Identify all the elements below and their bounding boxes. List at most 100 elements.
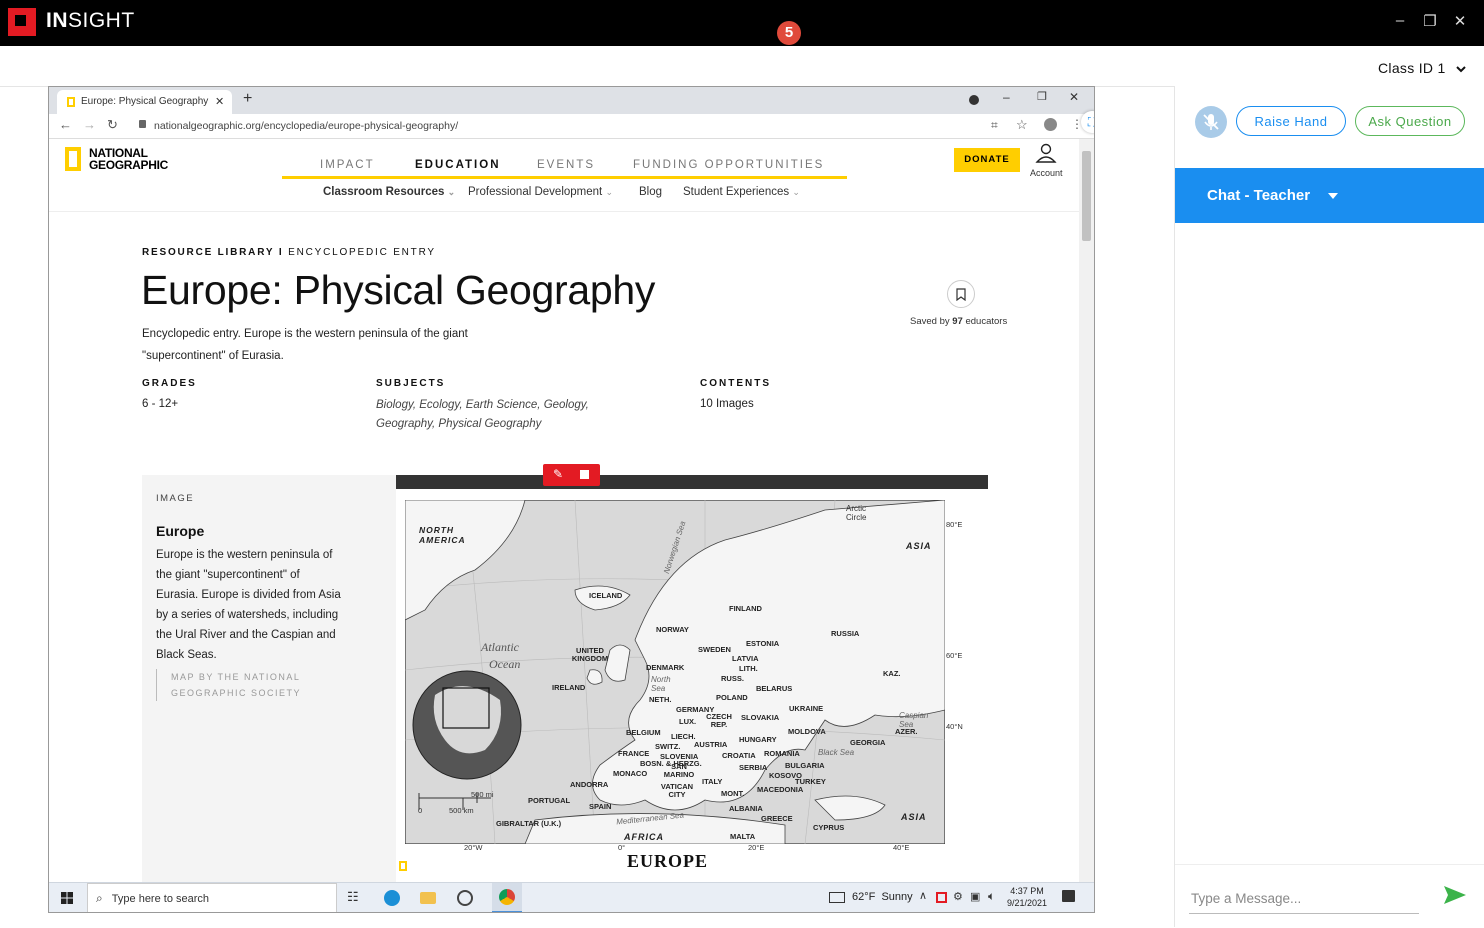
mic-toggle-button[interactable]	[1195, 106, 1227, 138]
ask-question-button[interactable]: Ask Question	[1355, 106, 1465, 136]
weather-text[interactable]: 62°F Sunny	[852, 891, 913, 903]
account-button[interactable]	[1035, 143, 1057, 168]
map-label: FINLAND	[729, 604, 762, 613]
subnav-student-experiences[interactable]: Student Experiences ⌄	[683, 186, 800, 198]
scrollbar-thumb[interactable]	[1082, 151, 1091, 241]
windows-start-icon[interactable]	[61, 892, 73, 904]
browser-restore-icon[interactable]: ❐	[1037, 90, 1047, 103]
class-select[interactable]: Class ID 1	[1378, 60, 1466, 76]
map-label: ASIA	[901, 812, 927, 822]
chrome-taskbar-item[interactable]	[492, 883, 522, 912]
map-label: FRANCE	[618, 749, 650, 758]
map-label: ROMANIA	[764, 749, 800, 758]
nav-events[interactable]: EVENTS	[537, 159, 595, 171]
map-label: ESTONIA	[746, 639, 780, 648]
browser-close-icon[interactable]: ✕	[1069, 90, 1079, 104]
scale-label: 500 km	[449, 806, 474, 815]
save-bookmark-button[interactable]	[947, 280, 975, 308]
map-label: IRELAND	[552, 683, 586, 692]
app-title: INSIGHT	[46, 9, 135, 32]
scale-label: 500 mi	[471, 790, 494, 799]
notification-badge[interactable]: 5	[777, 21, 801, 45]
app-icon[interactable]	[457, 890, 473, 906]
notification-center-icon[interactable]	[1062, 890, 1075, 902]
send-icon[interactable]	[1443, 885, 1467, 905]
browser-tab[interactable]: Europe: Physical Geography | Na ✕	[57, 90, 232, 114]
class-select-label: Class ID 1	[1378, 60, 1446, 76]
map-label: BULGARIA	[785, 761, 825, 770]
bookmark-icon	[956, 288, 966, 302]
map-label: Caspian Sea	[899, 711, 929, 729]
nav-funding-opportunities[interactable]: FUNDING OPPORTUNITIES	[633, 159, 824, 171]
natgeo-favicon-icon	[67, 97, 75, 107]
map-label: Black Sea	[818, 748, 855, 757]
annotate-pen-icon[interactable]: ✎	[553, 467, 563, 481]
close-icon[interactable]: ✕	[1450, 12, 1470, 30]
lock-icon	[139, 120, 146, 128]
raise-hand-button[interactable]: Raise Hand	[1236, 106, 1346, 136]
header-row	[0, 46, 1484, 87]
webpage: NATIONAL GEOGRAPHIC IMPACT EDUCATION EVEN…	[49, 139, 1079, 884]
map-label: LITH.	[739, 664, 758, 673]
map-label: AFRICA	[624, 832, 664, 842]
forward-icon[interactable]: →	[83, 117, 96, 132]
map-label: CZECH REP.	[706, 712, 732, 729]
profile-dot-icon[interactable]	[969, 95, 979, 105]
tray-chevron-icon[interactable]: ∧	[919, 889, 927, 902]
map-label: NORWAY	[656, 625, 689, 634]
minimize-icon[interactable]: –	[1390, 12, 1410, 29]
weather-icon[interactable]	[829, 892, 845, 903]
new-tab-icon[interactable]: +	[243, 90, 252, 108]
windows-taskbar: ⌕ Type here to search ☷ 62°F Sunny ∧ ⚙ ▣…	[49, 882, 1094, 912]
browser-address-bar: ← → ↻ nationalgeographic.org/encyclopedi…	[49, 114, 1094, 139]
qr-icon[interactable]: ⌗	[991, 118, 998, 133]
url-field[interactable]: nationalgeographic.org/encyclopedia/euro…	[154, 120, 458, 132]
stop-icon[interactable]	[580, 470, 589, 479]
map-label: ASIA	[906, 541, 932, 551]
map-label: GEORGIA	[850, 738, 886, 747]
contents-label: CONTENTS	[700, 378, 771, 389]
natgeo-logo-text[interactable]: NATIONAL GEOGRAPHIC	[89, 147, 168, 171]
browser-minimize-icon[interactable]: –	[1003, 90, 1010, 104]
task-view-icon[interactable]: ☷	[347, 889, 359, 905]
profile-icon[interactable]	[1044, 118, 1057, 131]
search-icon: ⌕	[96, 891, 103, 905]
natgeo-logo-icon[interactable]	[65, 147, 81, 171]
reload-icon[interactable]: ↻	[107, 117, 118, 133]
lon-label: 20°E	[748, 843, 765, 852]
subnav-professional-development[interactable]: Professional Development ⌄	[468, 186, 613, 198]
map-label: NETH.	[649, 695, 672, 704]
back-icon[interactable]: ←	[59, 117, 72, 132]
bookmark-star-icon[interactable]: ☆	[1016, 117, 1028, 133]
insight-logo-icon	[8, 8, 36, 36]
subnav-blog[interactable]: Blog	[639, 186, 662, 198]
map-title: EUROPE	[627, 851, 709, 871]
page-scrollbar[interactable]	[1079, 139, 1094, 884]
taskbar-clock[interactable]: 4:37 PM 9/21/2021	[1005, 885, 1049, 909]
nav-impact[interactable]: IMPACT	[320, 159, 375, 171]
map-label: ITALY	[702, 777, 723, 786]
map-label: LATVIA	[732, 654, 759, 663]
insight-tray-icon[interactable]	[936, 892, 947, 903]
map-label: GIBRALTAR (U.K.)	[496, 819, 562, 828]
chat-footer	[1175, 864, 1484, 928]
taskbar-search-input[interactable]: ⌕ Type here to search	[87, 883, 337, 912]
tab-close-icon[interactable]: ✕	[215, 90, 224, 114]
message-input[interactable]	[1189, 883, 1419, 914]
map-label: SWITZ.	[655, 742, 681, 751]
nav-underline	[282, 176, 847, 179]
tray-app-icon[interactable]: ⚙	[953, 890, 963, 903]
map-label: Arctic Circle	[846, 504, 867, 522]
network-icon[interactable]: ▣	[970, 890, 980, 903]
image-title: Europe	[156, 523, 205, 539]
subnav-classroom-resources[interactable]: Classroom Resources ⌄	[323, 186, 455, 198]
nav-education[interactable]: EDUCATION	[415, 159, 501, 171]
chat-header[interactable]: Chat - Teacher	[1175, 168, 1484, 223]
map-label: MACEDONIA	[757, 785, 804, 794]
volume-icon[interactable]: 🔈︎	[988, 889, 995, 904]
file-explorer-icon[interactable]	[420, 892, 436, 904]
restore-icon[interactable]: ❐	[1420, 12, 1440, 30]
edge-icon[interactable]	[384, 890, 400, 906]
donate-button[interactable]: DONATE	[954, 148, 1020, 172]
account-label[interactable]: Account	[1030, 168, 1063, 178]
